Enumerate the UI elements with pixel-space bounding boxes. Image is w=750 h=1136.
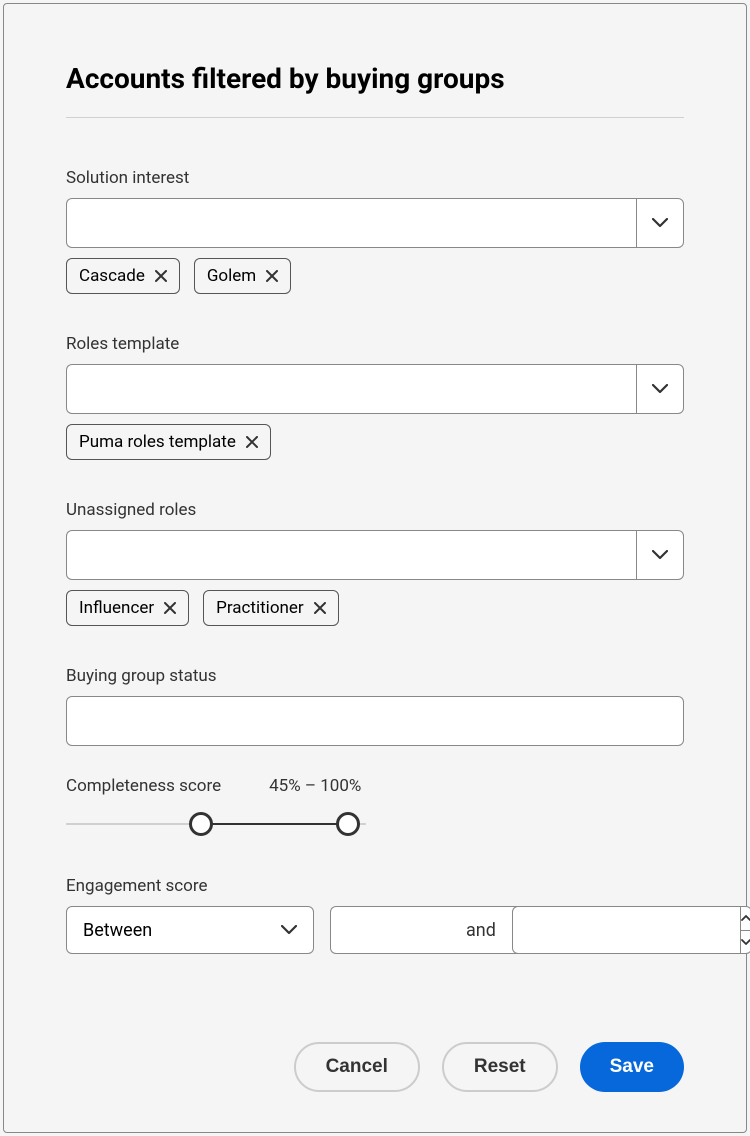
tag-practitioner: Practitioner [203, 590, 339, 626]
completeness-score-range: 45% – 100% [269, 776, 361, 796]
engagement-mode-select[interactable]: Between [66, 906, 314, 954]
tag-label: Cascade [79, 266, 145, 286]
unassigned-roles-select[interactable] [66, 530, 684, 580]
chevron-down-icon[interactable] [636, 364, 684, 414]
and-label: and [466, 920, 496, 941]
unassigned-roles-label: Unassigned roles [66, 500, 684, 520]
engagement-score-field: Engagement score Between and [66, 876, 684, 954]
page-title: Accounts filtered by buying groups [66, 62, 684, 95]
buying-group-status-field: Buying group status [66, 666, 684, 746]
solution-interest-select[interactable] [66, 198, 684, 248]
chevron-down-icon[interactable] [636, 198, 684, 248]
stepper-down-icon[interactable] [740, 930, 750, 955]
solution-interest-tags: Cascade Golem [66, 258, 684, 294]
engagement-high-input[interactable] [512, 906, 740, 954]
completeness-score-label: Completeness score [66, 776, 221, 796]
solution-interest-label: Solution interest [66, 168, 684, 188]
cancel-button[interactable]: Cancel [294, 1042, 420, 1092]
completeness-slider[interactable] [66, 812, 366, 836]
tag-label: Golem [207, 266, 256, 286]
buying-group-status-label: Buying group status [66, 666, 684, 686]
slider-handle-low[interactable] [189, 812, 213, 836]
tag-influencer: Influencer [66, 590, 189, 626]
close-icon[interactable] [314, 602, 326, 614]
solution-interest-input[interactable] [66, 198, 636, 248]
close-icon[interactable] [164, 602, 176, 614]
roles-template-input[interactable] [66, 364, 636, 414]
footer-actions: Cancel Reset Save [66, 1002, 684, 1092]
close-icon[interactable] [155, 270, 167, 282]
solution-interest-field: Solution interest Cascade Golem [66, 168, 684, 294]
roles-template-tags: Puma roles template [66, 424, 684, 460]
engagement-high-field [512, 906, 632, 954]
tag-cascade: Cascade [66, 258, 180, 294]
chevron-down-icon[interactable] [636, 530, 684, 580]
tag-golem: Golem [194, 258, 291, 294]
tag-label: Influencer [79, 598, 154, 618]
tag-puma-roles: Puma roles template [66, 424, 271, 460]
tag-label: Puma roles template [79, 432, 236, 452]
close-icon[interactable] [246, 436, 258, 448]
engagement-mode-value: Between [83, 920, 281, 941]
unassigned-roles-field: Unassigned roles Influencer Practitioner [66, 500, 684, 626]
engagement-low-field [330, 906, 450, 954]
tag-label: Practitioner [216, 598, 304, 618]
slider-handle-high[interactable] [336, 812, 360, 836]
engagement-score-label: Engagement score [66, 876, 684, 896]
unassigned-roles-input[interactable] [66, 530, 636, 580]
roles-template-label: Roles template [66, 334, 684, 354]
stepper-up-icon[interactable] [740, 906, 750, 930]
completeness-score-field: Completeness score 45% – 100% [66, 776, 684, 876]
unassigned-roles-tags: Influencer Practitioner [66, 590, 684, 626]
reset-button[interactable]: Reset [442, 1042, 558, 1092]
slider-fill [201, 823, 348, 825]
divider [66, 117, 684, 118]
save-button[interactable]: Save [580, 1042, 684, 1092]
roles-template-select[interactable] [66, 364, 684, 414]
close-icon[interactable] [266, 270, 278, 282]
filter-panel: Accounts filtered by buying groups Solut… [3, 3, 747, 1133]
buying-group-status-input[interactable] [66, 696, 684, 746]
chevron-down-icon [281, 925, 297, 935]
roles-template-field: Roles template Puma roles template [66, 334, 684, 460]
